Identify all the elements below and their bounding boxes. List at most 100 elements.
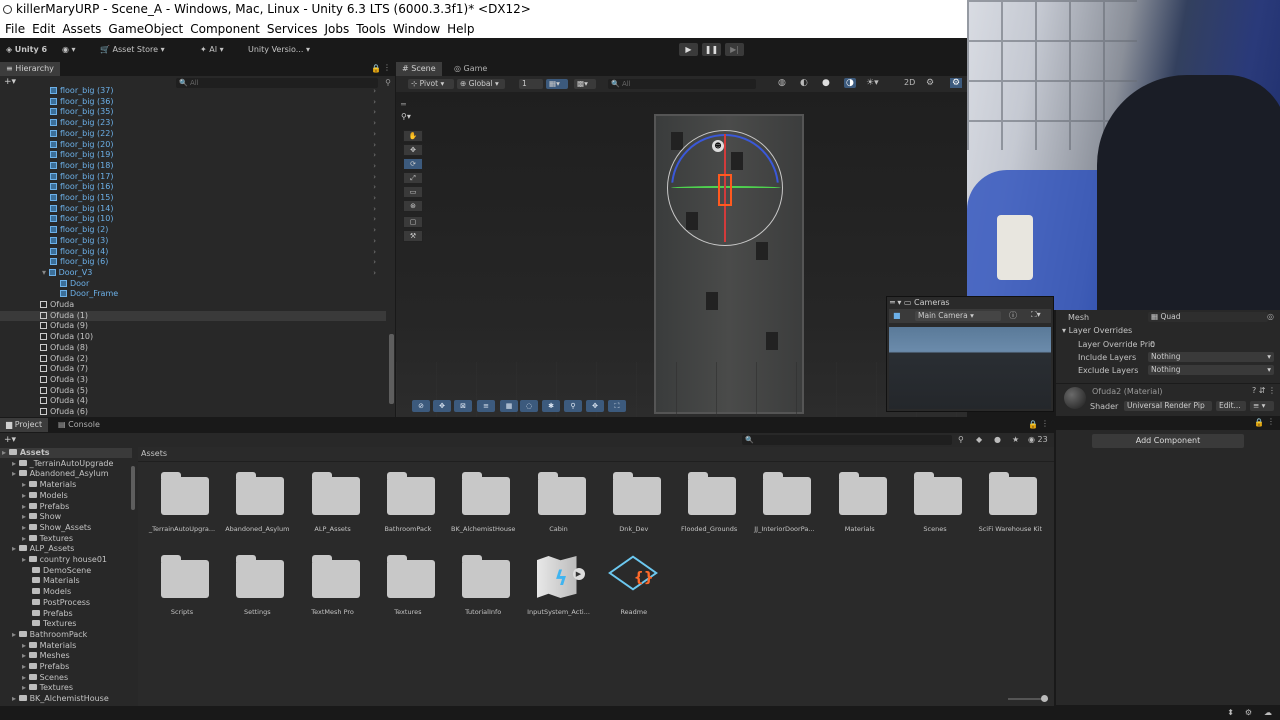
more-icon[interactable]: ⋮ — [383, 63, 391, 72]
tab-hierarchy[interactable]: ≡ Hierarchy — [0, 62, 60, 76]
asset-folder[interactable]: BathroomPack — [370, 469, 446, 545]
project-tree-item[interactable]: Materials — [32, 576, 80, 586]
tab-scene[interactable]: # Scene — [396, 62, 442, 76]
menu-file[interactable]: File — [5, 22, 25, 36]
nav-align-icon[interactable]: ≡ — [477, 400, 495, 412]
menu-help[interactable]: Help — [447, 22, 474, 36]
asset-folder[interactable]: TutorialInfo — [445, 552, 521, 628]
camera-select-dropdown[interactable]: Main Camera ▾ — [915, 311, 1001, 321]
project-tree-item[interactable]: ▸ Textures — [22, 534, 73, 544]
nav-orbit-icon[interactable]: ⊘ — [412, 400, 430, 412]
move-tool-icon[interactable]: ✥ — [403, 144, 423, 156]
hierarchy-item-ofuda[interactable]: Ofuda (9) — [40, 321, 380, 331]
menu-assets[interactable]: Assets — [62, 22, 101, 36]
hierarchy-item[interactable]: floor_big (6) › — [50, 257, 380, 267]
rotate-tool-icon[interactable]: ⟳ — [403, 158, 423, 170]
shader-menu-icon[interactable]: ≡ ▾ — [1250, 401, 1274, 411]
hierarchy-item-ofuda[interactable]: Ofuda (5) — [40, 386, 380, 396]
project-tree-item[interactable]: ▸ Materials — [22, 480, 76, 490]
foldout-arrow-icon[interactable]: ▸ — [22, 491, 29, 500]
create-plus-button[interactable]: +▾ — [4, 77, 16, 87]
hierarchy-item[interactable]: floor_big (14) › — [50, 204, 380, 214]
foldout-arrow-icon[interactable]: ▸ — [22, 662, 29, 671]
hierarchy-item-ofuda[interactable]: Ofuda (4) — [40, 396, 380, 406]
foldout-arrow-icon[interactable]: ▸ — [22, 512, 29, 521]
foldout-arrow-icon[interactable]: ▸ — [22, 683, 29, 692]
menu-edit[interactable]: Edit — [32, 22, 55, 36]
project-tree-item[interactable]: Models — [32, 587, 71, 597]
project-create-button[interactable]: +▾ — [4, 435, 16, 445]
menu-jobs[interactable]: Jobs — [325, 22, 350, 36]
foldout-arrow-icon[interactable]: ▸ — [12, 469, 19, 478]
step-button[interactable]: ▶| — [725, 43, 744, 56]
transform-tool-icon[interactable]: ⊛ — [403, 200, 423, 212]
hierarchy-item[interactable]: floor_big (19) › — [50, 150, 380, 160]
chevron-right-icon[interactable]: › — [373, 172, 376, 182]
rect-tool-icon[interactable]: ▭ — [403, 186, 423, 198]
project-tree-item[interactable]: ▸ Textures — [22, 683, 73, 693]
chevron-right-icon[interactable]: › — [373, 107, 376, 117]
nav-frame-icon[interactable]: ⛶ — [608, 400, 626, 412]
tab-project[interactable]: ▆ Project — [0, 418, 49, 432]
asset-folder[interactable]: Cabin — [521, 469, 597, 545]
nav-light-icon[interactable]: ✱ — [542, 400, 560, 412]
grid-visibility-icon[interactable]: ▩▾ — [574, 79, 596, 89]
asset-folder[interactable]: Flooded_Grounds — [671, 469, 747, 545]
foldout-arrow-icon[interactable]: ▸ — [12, 544, 19, 553]
play-button[interactable]: ▶ — [679, 43, 698, 56]
project-tree-item[interactable]: DemoScene — [32, 566, 91, 576]
asset-folder[interactable]: BK_AlchemistHouse — [445, 469, 521, 545]
menu-tools[interactable]: Tools — [356, 22, 386, 36]
project-tree-scrollbar[interactable] — [131, 466, 135, 510]
project-tree-item[interactable]: ▸ Prefabs — [22, 662, 69, 672]
hierarchy-item[interactable]: floor_big (20) › — [50, 140, 380, 150]
grid-snap-icon[interactable]: ▦▾ — [546, 79, 568, 89]
hierarchy-item[interactable]: floor_big (35) › — [50, 107, 380, 117]
unity-account-button[interactable]: ◈ Unity 6 — [6, 43, 47, 57]
asset-folder[interactable]: Materials — [822, 469, 898, 545]
project-tree-item[interactable]: ▸ Materials — [22, 641, 76, 651]
gizmos-icon[interactable]: ⚙ — [950, 78, 963, 88]
project-tree-item[interactable]: PostProcess — [32, 598, 90, 608]
audio-icon[interactable]: ⚙ — [926, 78, 934, 88]
hierarchy-item-ofuda[interactable]: Ofuda (6) — [40, 407, 380, 417]
inspector-more-icon[interactable]: ⋮ — [1267, 417, 1275, 426]
asset-folder[interactable]: Textures — [370, 552, 446, 628]
menu-window[interactable]: Window — [393, 22, 440, 36]
chevron-right-icon[interactable]: › — [373, 268, 376, 278]
project-tree-item[interactable]: ▸ Scenes — [22, 673, 68, 683]
menu-services[interactable]: Services — [267, 22, 318, 36]
asset-folder[interactable]: Dnk_Dev — [596, 469, 672, 545]
pivot-dropdown[interactable]: ⊹ Pivot ▾ — [408, 79, 454, 89]
add-component-button[interactable]: Add Component — [1092, 434, 1244, 448]
chevron-right-icon[interactable]: › — [373, 193, 376, 203]
hierarchy-item[interactable]: floor_big (3) › — [50, 236, 380, 246]
2d-toggle-icon[interactable]: 2D — [904, 78, 915, 87]
ai-button[interactable]: ✦ AI ▾ — [200, 43, 224, 57]
hidden-packages-count[interactable]: ◉ 23 — [1028, 435, 1048, 444]
asset-input-system-actions[interactable]: ϟ ▶ InputSystem_Acti... — [521, 552, 597, 628]
foldout-arrow-icon[interactable]: ▸ — [22, 523, 29, 532]
asset-folder[interactable]: ALP_Assets — [295, 469, 371, 545]
asset-folder[interactable]: Scenes — [897, 469, 973, 545]
shaded-icon[interactable]: ● — [822, 78, 830, 88]
project-tree-item[interactable]: ▸ Prefabs — [22, 502, 69, 512]
snap-increment-field[interactable]: 1 — [519, 79, 543, 89]
lighting-icon[interactable]: ☀▾ — [866, 78, 879, 88]
layer-override-priority-field[interactable]: 0 — [1150, 340, 1155, 349]
hierarchy-item-ofuda[interactable]: Ofuda (3) — [40, 375, 380, 385]
chevron-right-icon[interactable]: › — [373, 129, 376, 139]
chevron-right-icon[interactable]: › — [373, 257, 376, 267]
asset-folder[interactable]: Abandoned_Asylum — [219, 469, 295, 545]
status-network-icon[interactable]: ⬍ — [1227, 708, 1234, 717]
foldout-arrow-icon[interactable]: ▸ — [12, 630, 19, 639]
asset-folder[interactable]: Scripts — [144, 552, 220, 628]
foldout-arrow-icon[interactable]: ▸ — [22, 673, 29, 682]
chevron-right-icon[interactable]: › — [373, 140, 376, 150]
camera-info-icon[interactable]: ⓘ — [1009, 310, 1017, 321]
scene-viewport[interactable]: ☻ — [396, 92, 967, 417]
project-tree-item[interactable]: ▸ Abandoned_Asylum — [12, 469, 109, 479]
camera-view-icon[interactable]: ⛶▾ — [1031, 310, 1041, 320]
search-by-label-icon[interactable]: ◆ — [976, 435, 982, 444]
global-dropdown[interactable]: ⊕ Global ▾ — [457, 79, 505, 89]
